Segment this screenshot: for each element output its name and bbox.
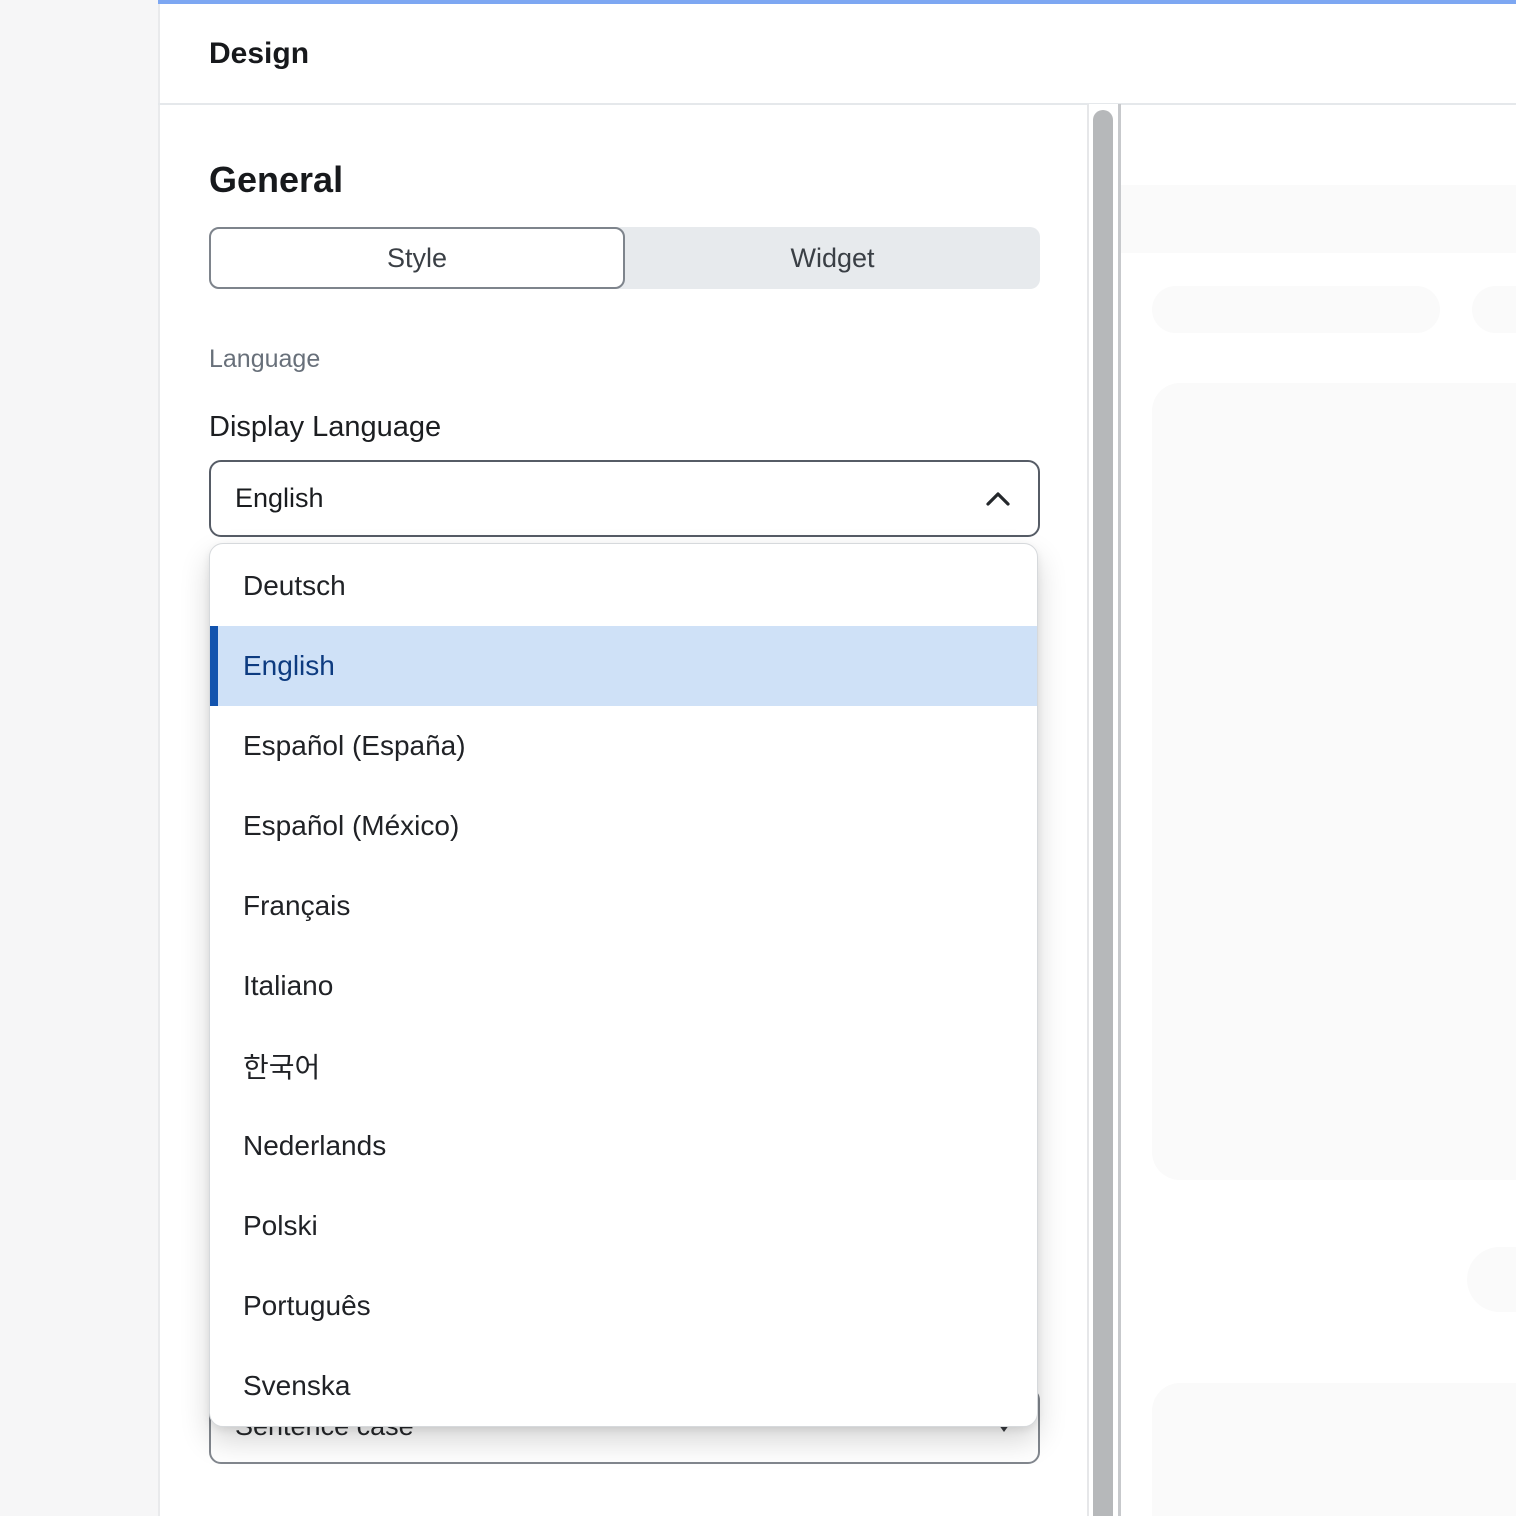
language-option[interactable]: Español (México): [210, 786, 1037, 866]
preview-skeleton-pill: [1152, 286, 1440, 333]
left-gutter: [0, 0, 158, 1516]
language-option[interactable]: Português: [210, 1266, 1037, 1346]
tab-widget[interactable]: Widget: [625, 227, 1040, 289]
scrollbar-thumb[interactable]: [1093, 110, 1113, 1516]
display-language-select[interactable]: English: [209, 460, 1040, 537]
display-language-select-value: English: [235, 483, 324, 514]
chevron-up-icon: [984, 490, 1012, 508]
language-option[interactable]: Français: [210, 866, 1037, 946]
page-title: Design: [209, 37, 309, 71]
tab-style[interactable]: Style: [209, 227, 625, 289]
language-option[interactable]: Español (España): [210, 706, 1037, 786]
language-option[interactable]: Italiano: [210, 946, 1037, 1026]
option-highlight-bar: [210, 626, 218, 706]
preview-skeleton-block: [1152, 383, 1516, 1180]
language-option-label: English: [243, 650, 335, 682]
preview-header-band: [1121, 185, 1516, 253]
language-option-selected[interactable]: English: [210, 626, 1037, 706]
section-title: General: [209, 159, 343, 201]
display-language-label: Display Language: [209, 411, 441, 444]
widget-preview-panel: [1121, 105, 1516, 1516]
preview-skeleton-pill: [1467, 1247, 1516, 1312]
language-option[interactable]: Deutsch: [210, 546, 1037, 626]
language-option[interactable]: 한국어: [210, 1026, 1037, 1106]
top-accent-bar: [158, 0, 1516, 4]
preview-skeleton-block: [1152, 1383, 1516, 1516]
language-option[interactable]: Polski: [210, 1186, 1037, 1266]
language-option[interactable]: Nederlands: [210, 1106, 1037, 1186]
panel-left-border: [158, 0, 160, 1516]
language-group-label: Language: [209, 345, 320, 374]
preview-skeleton-pill: [1472, 286, 1516, 333]
style-widget-segmented-control: Widget Style: [209, 227, 1040, 289]
language-option[interactable]: Svenska: [210, 1346, 1037, 1426]
display-language-listbox: Deutsch English Español (España) Español…: [209, 543, 1038, 1427]
